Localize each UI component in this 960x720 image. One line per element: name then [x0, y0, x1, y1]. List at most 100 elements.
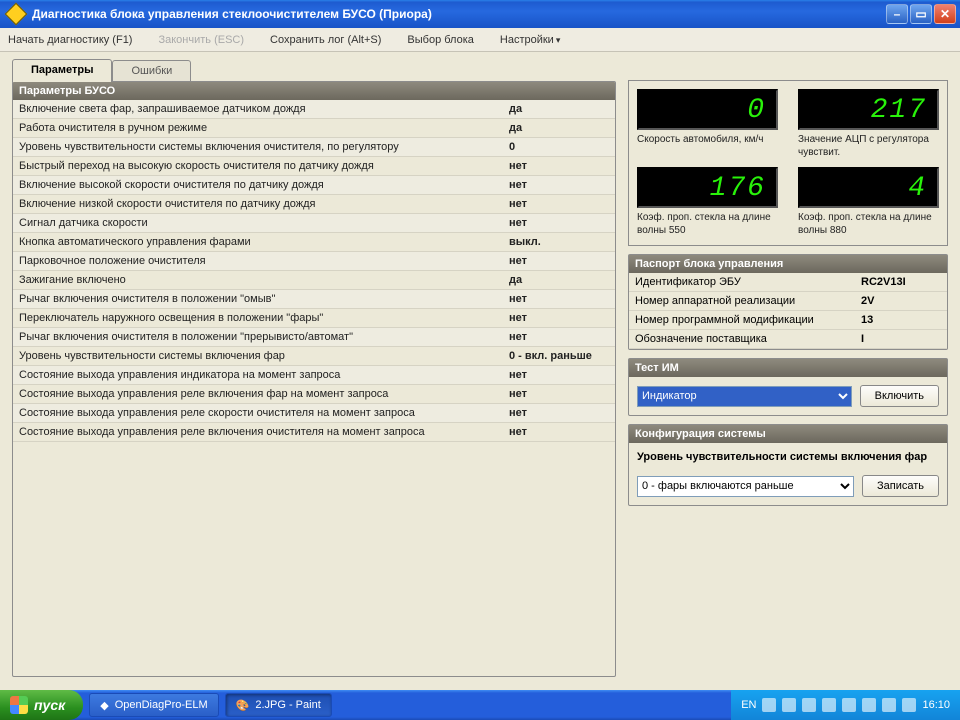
app-icon — [5, 3, 28, 26]
passport-key: Номер аппаратной реализации — [635, 295, 861, 307]
parameter-label: Состояние выхода управления индикатора н… — [19, 369, 509, 381]
parameter-row[interactable]: Переключатель наружного освещения в поло… — [13, 309, 615, 328]
app-icon: ◆ — [100, 699, 108, 712]
window-title: Диагностика блока управления стеклоочист… — [28, 7, 886, 21]
gauge-caption: Значение АЦП с регулятора чувствит. — [798, 134, 939, 159]
parameter-row[interactable]: Зажигание включенода — [13, 271, 615, 290]
parameter-row[interactable]: Рычаг включения очистителя в положении "… — [13, 290, 615, 309]
parameter-label: Работа очистителя в ручном режиме — [19, 122, 509, 134]
menu-settings[interactable]: Настройки▾ — [500, 34, 560, 46]
parameter-row[interactable]: Включение света фар, запрашиваемое датчи… — [13, 100, 615, 119]
gauge-caption: Коэф. проп. стекла на длине волны 550 — [637, 212, 778, 237]
parameter-value: нет — [509, 179, 609, 191]
parameter-row[interactable]: Состояние выхода управления реле включен… — [13, 423, 615, 442]
tray-icon[interactable] — [862, 698, 876, 712]
tab-parameters[interactable]: Параметры — [12, 59, 112, 82]
parameter-label: Состояние выхода управления реле включен… — [19, 426, 509, 438]
passport-key: Номер программной модификации — [635, 314, 861, 326]
chevron-down-icon: ▾ — [556, 35, 561, 45]
parameter-row[interactable]: Уровень чувствительности системы включен… — [13, 138, 615, 157]
parameter-label: Переключатель наружного освещения в поло… — [19, 312, 509, 324]
menu-start-diagnostics[interactable]: Начать диагностику (F1) — [8, 34, 132, 46]
parameter-row[interactable]: Включение высокой скорости очистителя по… — [13, 176, 615, 195]
test-im-header: Тест ИМ — [629, 359, 947, 377]
parameter-label: Рычаг включения очистителя в положении "… — [19, 331, 509, 343]
parameter-row[interactable]: Уровень чувствительности системы включен… — [13, 347, 615, 366]
passport-key: Обозначение поставщика — [635, 333, 861, 345]
parameter-value: да — [509, 103, 609, 115]
parameter-value: нет — [509, 160, 609, 172]
tab-errors[interactable]: Ошибки — [112, 60, 191, 81]
taskbar: пуск ◆ OpenDiagPro-ELM 🎨 2.JPG - Paint E… — [0, 690, 960, 720]
parameter-row[interactable]: Состояние выхода управления индикатора н… — [13, 366, 615, 385]
parameter-label: Кнопка автоматического управления фарами — [19, 236, 509, 248]
paint-icon: 🎨 — [236, 699, 250, 712]
close-button[interactable]: ✕ — [934, 4, 956, 24]
tray-icon[interactable] — [882, 698, 896, 712]
tray-icon[interactable] — [902, 698, 916, 712]
gauge-value: 176 — [637, 167, 778, 208]
passport-value: 13 — [861, 314, 941, 326]
minimize-button[interactable]: – — [886, 4, 908, 24]
parameter-value: нет — [509, 312, 609, 324]
taskbar-item-paint[interactable]: 🎨 2.JPG - Paint — [225, 693, 332, 717]
config-save-button[interactable]: Записать — [862, 475, 939, 497]
menu-save-log[interactable]: Сохранить лог (Alt+S) — [270, 34, 381, 46]
parameters-header: Параметры БУСО — [13, 82, 615, 100]
parameter-value: нет — [509, 331, 609, 343]
parameter-label: Быстрый переход на высокую скорость очис… — [19, 160, 509, 172]
parameter-value: 0 — [509, 141, 609, 153]
tray-icon[interactable] — [822, 698, 836, 712]
passport-panel: Паспорт блока управления Идентификатор Э… — [628, 254, 948, 350]
passport-header: Паспорт блока управления — [629, 255, 947, 273]
parameter-row[interactable]: Рычаг включения очистителя в положении "… — [13, 328, 615, 347]
gauge: 217 Значение АЦП с регулятора чувствит. — [798, 89, 939, 159]
parameter-label: Уровень чувствительности системы включен… — [19, 350, 509, 362]
test-im-select[interactable]: Индикатор — [637, 386, 852, 407]
test-im-button[interactable]: Включить — [860, 385, 939, 407]
menu-select-block[interactable]: Выбор блока — [407, 34, 473, 46]
gauge-panel: 0Скорость автомобиля, км/ч 217 Значение АЦ… — [628, 80, 948, 246]
parameter-value: нет — [509, 255, 609, 267]
tray-icon[interactable] — [842, 698, 856, 712]
parameter-row[interactable]: Быстрый переход на высокую скорость очис… — [13, 157, 615, 176]
parameter-row[interactable]: Работа очистителя в ручном режимеда — [13, 119, 615, 138]
config-panel: Конфигурация системы Уровень чувствитель… — [628, 424, 948, 506]
passport-row: Номер программной модификации13 — [629, 311, 947, 330]
passport-value: I — [861, 333, 941, 345]
clock[interactable]: 16:10 — [922, 699, 950, 711]
config-select[interactable]: 0 - фары включаются раньше — [637, 476, 854, 497]
parameter-label: Состояние выхода управления реле скорост… — [19, 407, 509, 419]
gauge: 4Коэф. проп. стекла на длине волны 880 — [798, 167, 939, 237]
parameter-row[interactable]: Сигнал датчика скоростинет — [13, 214, 615, 233]
tray-icon[interactable] — [802, 698, 816, 712]
tray-icon[interactable] — [782, 698, 796, 712]
parameter-label: Включение света фар, запрашиваемое датчи… — [19, 103, 509, 115]
parameter-row[interactable]: Кнопка автоматического управления фарами… — [13, 233, 615, 252]
parameter-value: да — [509, 122, 609, 134]
parameter-label: Сигнал датчика скорости — [19, 217, 509, 229]
parameters-panel: Параметры БУСО Включение света фар, запр… — [12, 81, 616, 677]
parameter-value: 0 - вкл. раньше — [509, 350, 609, 362]
system-tray: EN 16:10 — [731, 690, 960, 720]
menu-stop-diagnostics: Закончить (ESC) — [158, 34, 244, 46]
parameter-row[interactable]: Парковочное положение очистителянет — [13, 252, 615, 271]
start-button[interactable]: пуск — [0, 690, 83, 720]
gauge-caption: Коэф. проп. стекла на длине волны 880 — [798, 212, 939, 237]
parameter-value: нет — [509, 426, 609, 438]
config-label: Уровень чувствительности системы включен… — [637, 451, 939, 467]
parameter-label: Уровень чувствительности системы включен… — [19, 141, 509, 153]
parameter-value: нет — [509, 217, 609, 229]
language-indicator[interactable]: EN — [741, 699, 756, 711]
maximize-button[interactable]: ▭ — [910, 4, 932, 24]
parameter-row[interactable]: Состояние выхода управления реле скорост… — [13, 404, 615, 423]
gauge-value: 0 — [637, 89, 778, 130]
parameter-label: Включение низкой скорости очистителя по … — [19, 198, 509, 210]
gauge: 0Скорость автомобиля, км/ч — [637, 89, 778, 159]
taskbar-item-opendiag[interactable]: ◆ OpenDiagPro-ELM — [89, 693, 218, 717]
parameter-row[interactable]: Включение низкой скорости очистителя по … — [13, 195, 615, 214]
gauge-value: 217 — [798, 89, 939, 130]
tray-icon[interactable] — [762, 698, 776, 712]
parameter-label: Парковочное положение очистителя — [19, 255, 509, 267]
parameter-row[interactable]: Состояние выхода управления реле включен… — [13, 385, 615, 404]
